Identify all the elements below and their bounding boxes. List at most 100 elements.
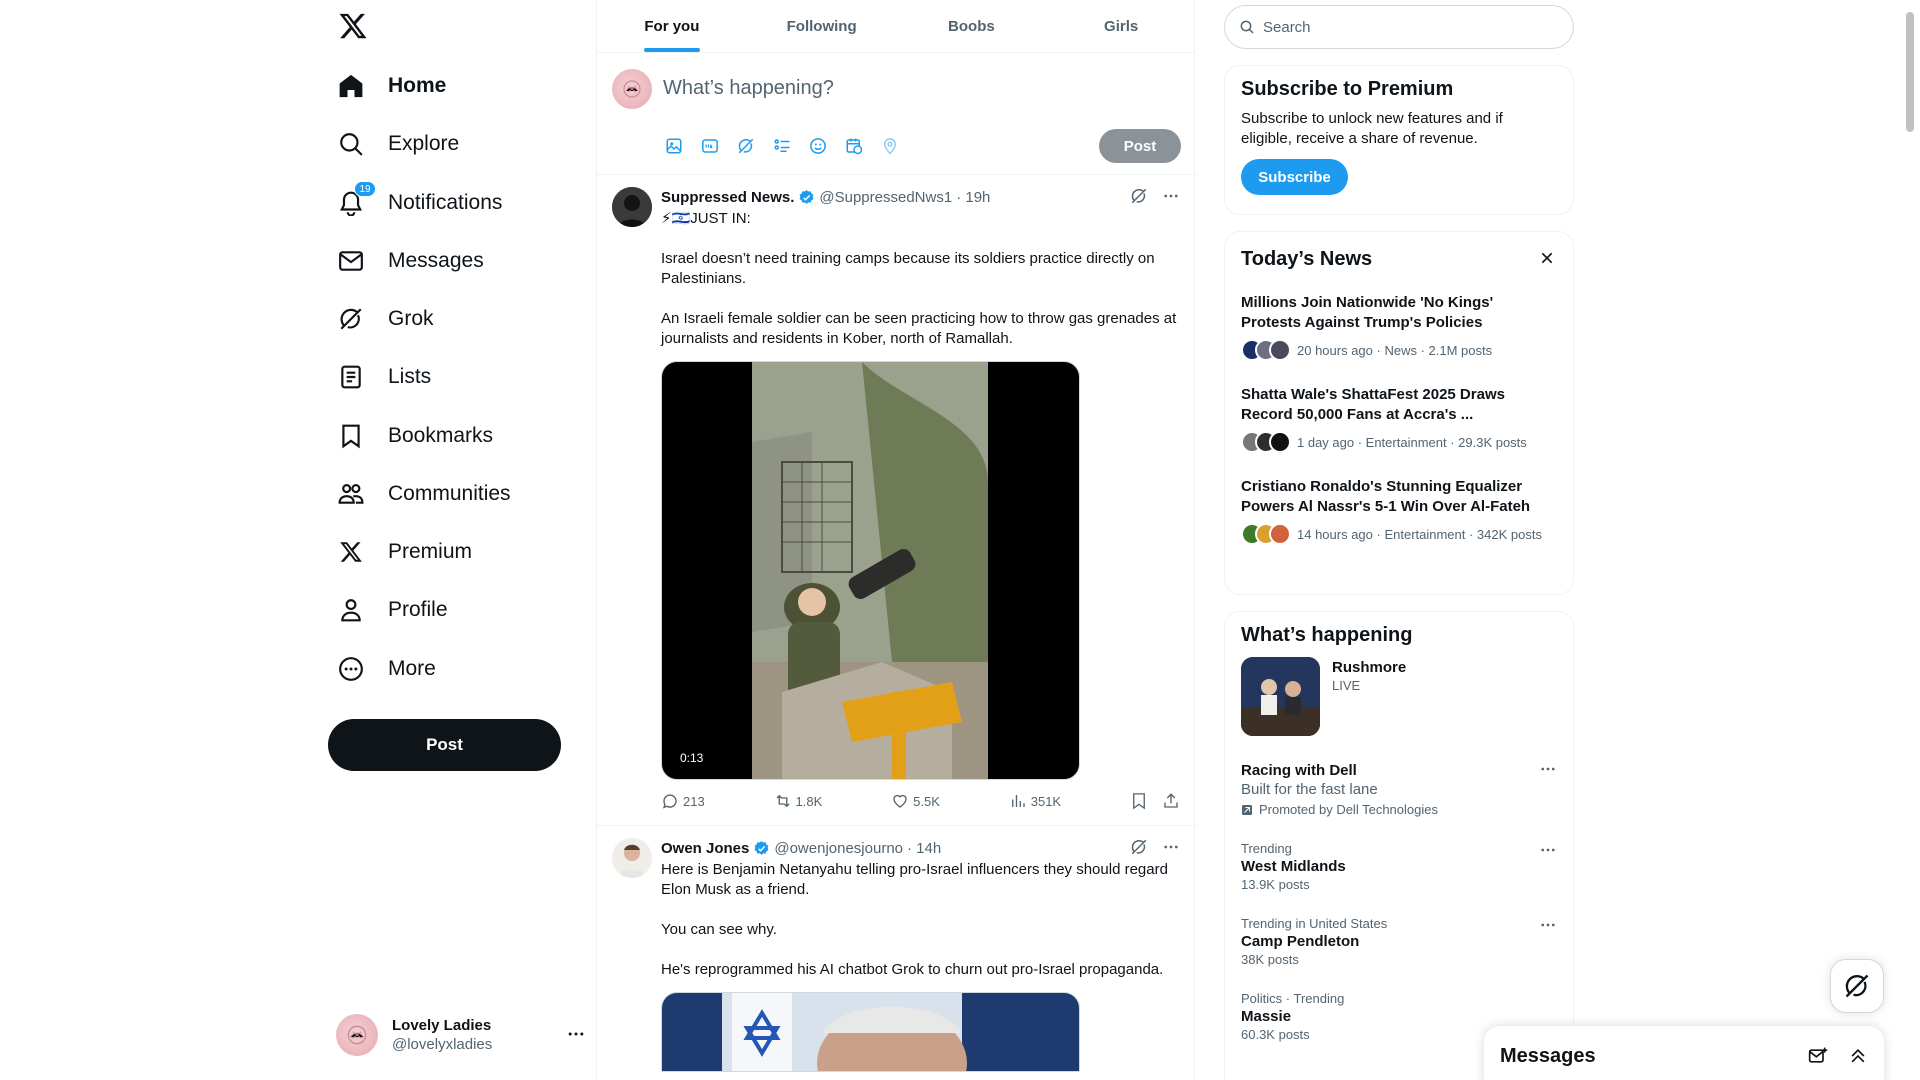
poll-icon[interactable]	[771, 135, 793, 157]
envelope-icon	[336, 246, 366, 276]
repost-button[interactable]: 1.8K	[774, 792, 822, 810]
tweet-time[interactable]: · 19h	[956, 189, 990, 206]
tweet-handle[interactable]: @owenjonesjourno	[774, 840, 903, 857]
views-icon	[1011, 795, 1025, 807]
gif-icon[interactable]	[699, 135, 721, 157]
home-icon	[336, 71, 366, 101]
avatar	[336, 1014, 378, 1056]
nav-profile[interactable]: Profile	[336, 584, 448, 636]
nav-more[interactable]: More	[336, 643, 436, 695]
tweet-time[interactable]: · 14h	[907, 840, 941, 857]
nav-grok[interactable]: Grok	[336, 293, 434, 345]
location-icon[interactable]	[879, 135, 901, 157]
more-dots-icon[interactable]	[1539, 841, 1557, 859]
nav-lists[interactable]: Lists	[336, 351, 431, 403]
more-dots-icon[interactable]	[1162, 838, 1180, 856]
emoji-icon[interactable]	[807, 135, 829, 157]
nav-label: Premium	[388, 540, 473, 563]
whats-happening-card: What’s happening Rushmore LIVE Racing wi…	[1224, 611, 1574, 1080]
tweet-handle[interactable]: @SuppressedNws1	[819, 189, 952, 206]
share-icon[interactable]	[1162, 792, 1180, 810]
grok-float-button[interactable]	[1830, 959, 1884, 1013]
avatar-stack	[1241, 431, 1291, 453]
reply-button[interactable]: 213	[661, 792, 705, 810]
avatar[interactable]	[612, 187, 652, 227]
account-switcher[interactable]: Lovely Ladies @lovelyxladies	[336, 1010, 584, 1060]
news-item[interactable]: Cristiano Ronaldo's Stunning Equalizer P…	[1225, 465, 1573, 557]
more-dots-icon[interactable]	[1539, 760, 1557, 778]
tweet-image[interactable]	[661, 992, 1080, 1072]
nav-communities[interactable]: Communities	[336, 468, 511, 520]
grok-icon[interactable]	[735, 135, 757, 157]
tweet-paragraph: Here is Benjamin Netanyahu telling pro-I…	[661, 861, 1168, 898]
nav-label: Home	[388, 74, 447, 97]
verified-badge-icon	[798, 189, 815, 206]
trend-item[interactable]: Trending in United States Camp Pendleton…	[1225, 904, 1573, 979]
tab-for-you[interactable]: For you	[597, 0, 747, 52]
new-message-icon[interactable]	[1808, 1046, 1828, 1066]
tab-boobs[interactable]: Boobs	[897, 0, 1047, 52]
tab-girls[interactable]: Girls	[1046, 0, 1196, 52]
trend-context: Politics · Trending	[1241, 991, 1345, 1006]
tweet[interactable]: Suppressed News. @SuppressedNws1 · 19h ⚡…	[597, 175, 1196, 826]
nav-explore[interactable]: Explore	[336, 118, 459, 170]
grok-icon[interactable]	[1130, 838, 1148, 856]
tweet-video[interactable]: 0:13	[661, 361, 1080, 780]
promoted-trend[interactable]: Racing with Dell Built for the fast lane…	[1225, 746, 1573, 829]
compose-input[interactable]: What’s happening?	[663, 77, 834, 100]
news-item[interactable]: Shatta Wale's ShattaFest 2025 Draws Reco…	[1225, 373, 1573, 465]
grok-icon[interactable]	[1130, 187, 1148, 205]
more-dots-icon[interactable]	[1162, 187, 1180, 205]
nav-messages[interactable]: Messages	[336, 235, 484, 287]
tab-following[interactable]: Following	[747, 0, 897, 52]
tweet-paragraph: He's reprogrammed his AI chatbot Grok to…	[661, 961, 1164, 978]
more-dots-icon[interactable]	[1539, 916, 1557, 934]
nav-home[interactable]: Home	[336, 60, 446, 112]
image-icon[interactable]	[663, 135, 685, 157]
like-button[interactable]: 5.5K	[891, 792, 940, 810]
trend-posts: 38K posts	[1241, 952, 1299, 967]
promoted-icon	[1241, 804, 1253, 816]
tweet-author-name[interactable]: Suppressed News.	[661, 189, 794, 206]
post-button[interactable]: Post	[328, 719, 561, 771]
news-item[interactable]: Millions Join Nationwide 'No Kings' Prot…	[1225, 271, 1573, 373]
search-bar[interactable]	[1224, 5, 1574, 49]
bookmark-icon[interactable]	[1130, 792, 1148, 810]
live-event[interactable]: Rushmore LIVE	[1225, 647, 1573, 746]
compose-post-button[interactable]: Post	[1099, 129, 1181, 163]
promoted-by: Promoted by Dell Technologies	[1259, 802, 1438, 817]
trend-title: West Midlands	[1241, 858, 1346, 875]
views-button[interactable]: 351K	[1009, 792, 1061, 810]
news-item-title: Cristiano Ronaldo's Stunning Equalizer P…	[1241, 478, 1531, 515]
messages-drawer[interactable]: Messages	[1484, 1026, 1884, 1080]
list-icon	[336, 362, 366, 392]
news-item-title: Shatta Wale's ShattaFest 2025 Draws Reco…	[1241, 386, 1505, 423]
x-logo-icon[interactable]	[338, 11, 368, 41]
more-dots-icon[interactable]	[566, 1024, 586, 1044]
nav-bookmarks[interactable]: Bookmarks	[336, 410, 493, 462]
tweet-author-name[interactable]: Owen Jones	[661, 840, 749, 857]
trend-posts: 13.9K posts	[1241, 877, 1310, 892]
trend-title: Camp Pendleton	[1241, 933, 1360, 950]
todays-news-card: Today’s News Millions Join Nationwide 'N…	[1224, 231, 1574, 595]
news-item-title: Millions Join Nationwide 'No Kings' Prot…	[1241, 294, 1494, 331]
nav-label: More	[388, 657, 436, 680]
tweet[interactable]: Owen Jones @owenjonesjourno · 14h Here i…	[597, 826, 1196, 1080]
chevron-up-icon[interactable]	[1848, 1046, 1868, 1066]
close-icon[interactable]	[1539, 250, 1555, 266]
video-duration: 0:13	[674, 749, 710, 767]
avatar[interactable]	[612, 838, 652, 878]
verified-badge-icon	[753, 840, 770, 857]
tweet-text: ⚡🇮🇱JUST IN: Israel doesn’t need training…	[661, 209, 1180, 349]
search-input[interactable]	[1263, 18, 1543, 36]
left-sidebar: Home Explore 19 Notifications Messages G…	[0, 0, 596, 1080]
premium-text: Subscribe to unlock new features and if …	[1241, 110, 1503, 147]
trend-item[interactable]: Trending West Midlands 13.9K posts	[1225, 829, 1573, 904]
nav-notifications[interactable]: 19 Notifications	[336, 177, 502, 229]
reply-icon	[662, 794, 677, 809]
schedule-icon[interactable]	[843, 135, 865, 157]
scrollbar[interactable]	[1906, 12, 1914, 132]
nav-premium[interactable]: Premium	[336, 526, 472, 578]
subscribe-button[interactable]: Subscribe	[1241, 159, 1348, 195]
nav-label: Bookmarks	[388, 424, 494, 447]
